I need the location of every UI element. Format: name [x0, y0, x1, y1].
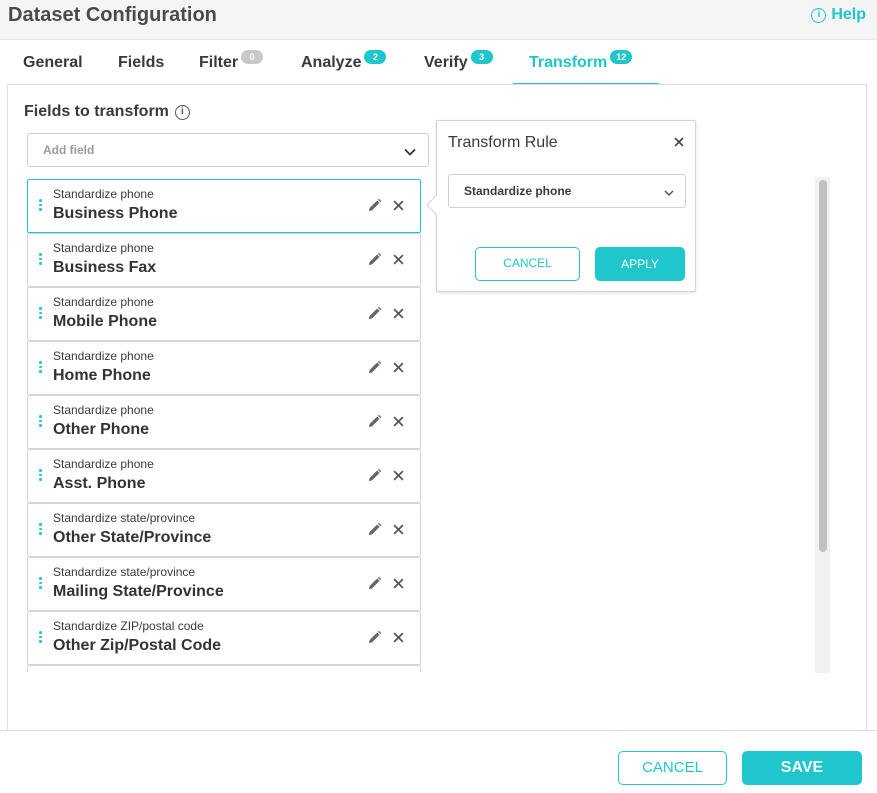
help-label: Help	[831, 6, 866, 23]
tab-analyze[interactable]: Analyze 2	[301, 40, 387, 85]
pencil-icon[interactable]	[367, 630, 382, 645]
transform-rule-popover: Transform Rule Standardize phone CANCEL …	[426, 120, 696, 292]
add-field-input[interactable]	[28, 134, 428, 166]
field-name: Mailing State/Province	[53, 583, 224, 600]
pencil-icon[interactable]	[367, 522, 382, 537]
tab-label: Verify	[424, 54, 468, 71]
field-rule: Standardize phone	[53, 457, 154, 471]
drag-handle-icon[interactable]	[39, 523, 43, 537]
tab-label: Analyze	[301, 54, 362, 71]
pencil-icon[interactable]	[367, 360, 382, 375]
field-name: Home Phone	[53, 367, 151, 384]
field-rule: Standardize state/province	[53, 565, 196, 579]
field-name: Other Phone	[53, 421, 150, 438]
close-icon[interactable]	[393, 308, 404, 319]
field-card[interactable]: Standardize state/province Mailing State…	[27, 557, 421, 611]
field-card[interactable]: Standardize ZIP/postal code Other Zip/Po…	[27, 611, 421, 665]
close-icon[interactable]	[393, 416, 404, 427]
scrollbar-thumb[interactable]	[819, 180, 827, 552]
cancel-button[interactable]: CANCEL	[618, 751, 727, 785]
pencil-icon[interactable]	[367, 576, 382, 591]
drag-handle-icon[interactable]	[39, 415, 43, 429]
popover-cancel-button[interactable]: CANCEL	[475, 247, 580, 281]
drag-handle-icon[interactable]	[39, 253, 43, 267]
drag-handle-icon[interactable]	[39, 469, 43, 483]
field-card[interactable]: Standardize phone Home Phone	[27, 341, 421, 395]
tab-label: Filter	[199, 54, 239, 71]
field-card[interactable]: Standardize phone Asst. Phone	[27, 449, 421, 503]
tab-verify[interactable]: Verify 3	[424, 40, 493, 85]
field-card[interactable]	[27, 665, 421, 672]
info-circle-icon: i	[811, 7, 827, 23]
field-rule: Standardize phone	[53, 349, 154, 363]
tab-badge: 2	[364, 50, 387, 64]
chevron-down-icon	[404, 148, 416, 156]
help-link[interactable]: i Help	[811, 6, 866, 24]
rule-select-value: Standardize phone	[464, 184, 572, 198]
page-title: Dataset Configuration	[8, 4, 217, 26]
drag-handle-icon[interactable]	[39, 307, 43, 321]
tab-bar: General Fields Filter 0 Analyze 2 Verify 3 …	[8, 40, 868, 85]
add-field-dropdown[interactable]	[27, 133, 429, 167]
pencil-icon[interactable]	[367, 198, 382, 213]
close-icon[interactable]	[393, 362, 404, 373]
field-card[interactable]: Standardize phone Business Fax	[27, 233, 421, 287]
tab-label: Transform	[529, 54, 608, 71]
close-icon[interactable]	[393, 632, 404, 643]
scrollbar[interactable]	[815, 177, 830, 673]
field-rule: Standardize ZIP/postal code	[53, 619, 204, 633]
tab-badge: 12	[610, 50, 633, 64]
field-name: Mobile Phone	[53, 313, 157, 330]
close-icon[interactable]	[393, 254, 404, 265]
field-rule: Standardize phone	[53, 187, 154, 201]
info-circle-icon[interactable]: i	[174, 104, 190, 120]
field-list[interactable]: Standardize phone Business Phone Standar…	[27, 179, 421, 672]
transform-rule-select[interactable]: Standardize phone	[448, 174, 686, 208]
field-card[interactable]: Standardize phone Business Phone	[27, 179, 421, 233]
pencil-icon[interactable]	[367, 306, 382, 321]
field-rule: Standardize phone	[53, 403, 154, 417]
field-card[interactable]: Standardize phone Mobile Phone	[27, 287, 421, 341]
chevron-down-icon	[664, 190, 674, 196]
field-rule: Standardize state/province	[53, 511, 196, 525]
header-bar: Dataset Configuration i Help	[0, 0, 877, 40]
section-title: Fields to transform i	[24, 103, 190, 121]
tab-label: General	[23, 54, 83, 71]
drag-handle-icon[interactable]	[39, 631, 43, 645]
pencil-icon[interactable]	[367, 468, 382, 483]
close-icon[interactable]	[393, 200, 404, 211]
drag-handle-icon[interactable]	[39, 577, 43, 591]
pencil-icon[interactable]	[367, 252, 382, 267]
field-card[interactable]: Standardize state/province Other State/P…	[27, 503, 421, 557]
field-card[interactable]: Standardize phone Other Phone	[27, 395, 421, 449]
field-rule: Standardize phone	[53, 295, 154, 309]
field-name: Asst. Phone	[53, 475, 146, 492]
close-icon[interactable]	[393, 470, 404, 481]
save-button[interactable]: SAVE	[742, 751, 862, 785]
tab-transform[interactable]: Transform 12	[513, 40, 659, 85]
field-name: Other Zip/Postal Code	[53, 637, 222, 654]
field-name: Business Fax	[53, 259, 157, 276]
tab-general[interactable]: General	[23, 40, 83, 85]
close-icon[interactable]	[393, 524, 404, 535]
popover-title: Transform Rule	[448, 134, 558, 151]
tab-fields[interactable]: Fields	[118, 40, 164, 85]
tab-badge: 3	[470, 50, 493, 64]
close-icon[interactable]	[674, 137, 684, 147]
close-icon[interactable]	[393, 578, 404, 589]
section-title-text: Fields to transform	[24, 103, 169, 120]
footer-divider	[0, 730, 877, 731]
field-name: Other State/Province	[53, 529, 212, 546]
pencil-icon[interactable]	[367, 414, 382, 429]
drag-handle-icon[interactable]	[39, 199, 43, 213]
tab-label: Fields	[118, 54, 165, 71]
tab-filter[interactable]: Filter 0	[199, 40, 264, 85]
drag-handle-icon[interactable]	[39, 361, 43, 375]
apply-button[interactable]: APPLY	[595, 247, 685, 281]
field-name: Business Phone	[53, 205, 178, 222]
field-rule: Standardize phone	[53, 241, 154, 255]
tab-badge: 0	[241, 50, 264, 64]
